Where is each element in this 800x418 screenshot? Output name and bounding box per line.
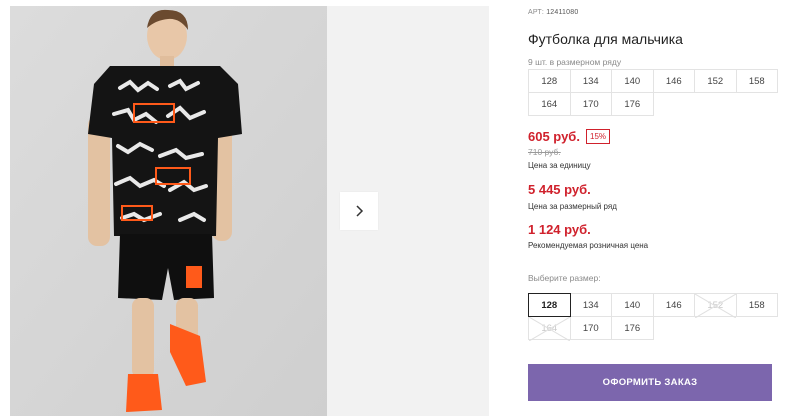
size-option[interactable]: 140 bbox=[611, 293, 654, 317]
strikethrough-icon bbox=[529, 317, 570, 341]
product-photo bbox=[10, 6, 327, 416]
retail-price: 1 124 руб. bbox=[528, 222, 591, 237]
pack-size-cell: 164 bbox=[528, 92, 571, 116]
boy-in-printed-tshirt-image bbox=[10, 6, 327, 416]
discount-badge: 15% bbox=[586, 129, 611, 144]
size-option[interactable]: 176 bbox=[611, 316, 654, 340]
pack-size-cell: 146 bbox=[652, 69, 695, 93]
size-option-unavailable: 152 bbox=[694, 293, 737, 318]
chevron-right-icon bbox=[356, 205, 364, 217]
strikethrough-icon bbox=[695, 294, 736, 318]
pack-size-cell: 134 bbox=[569, 69, 612, 93]
pack-size-cell: 128 bbox=[528, 69, 571, 93]
unit-price: 605 руб. bbox=[528, 129, 580, 144]
next-image-button[interactable] bbox=[340, 192, 378, 230]
place-order-button[interactable]: ОФОРМИТЬ ЗАКАЗ bbox=[528, 364, 772, 401]
article-value: 12411080 bbox=[546, 9, 579, 16]
pack-size-cell: 170 bbox=[569, 92, 612, 116]
pack-size-cell: 176 bbox=[611, 92, 654, 116]
pack-size-cell: 152 bbox=[694, 69, 737, 93]
pack-note: 9 шт. в размерном ряду bbox=[528, 57, 622, 67]
pack-size-cell: 140 bbox=[611, 69, 654, 93]
retail-price-caption: Рекомендуемая розничная цена bbox=[528, 241, 649, 250]
product-title: Футболка для мальчика bbox=[528, 31, 683, 47]
size-option[interactable]: 158 bbox=[735, 293, 778, 317]
size-option-unavailable: 164 bbox=[528, 316, 571, 341]
size-selector: 128 134 140 146 152 158 164 170 176 bbox=[528, 293, 778, 341]
size-select-label: Выберите размер: bbox=[528, 273, 601, 283]
pack-price-caption: Цена за размерный ряд bbox=[528, 202, 617, 211]
size-option[interactable]: 146 bbox=[652, 293, 695, 317]
article-label: АРТ: bbox=[528, 9, 545, 16]
pack-sizes-grid: 128 134 140 146 152 158 164 170 176 bbox=[528, 69, 778, 116]
old-price: 710 руб. bbox=[528, 147, 561, 157]
size-option-selected[interactable]: 128 bbox=[528, 293, 571, 317]
unit-price-caption: Цена за единицу bbox=[528, 161, 591, 170]
pack-size-cell: 158 bbox=[735, 69, 778, 93]
size-option[interactable]: 134 bbox=[569, 293, 612, 317]
pack-price: 5 445 руб. bbox=[528, 182, 591, 197]
size-option[interactable]: 170 bbox=[569, 316, 612, 340]
article-number: АРТ: 12411080 bbox=[528, 9, 578, 16]
